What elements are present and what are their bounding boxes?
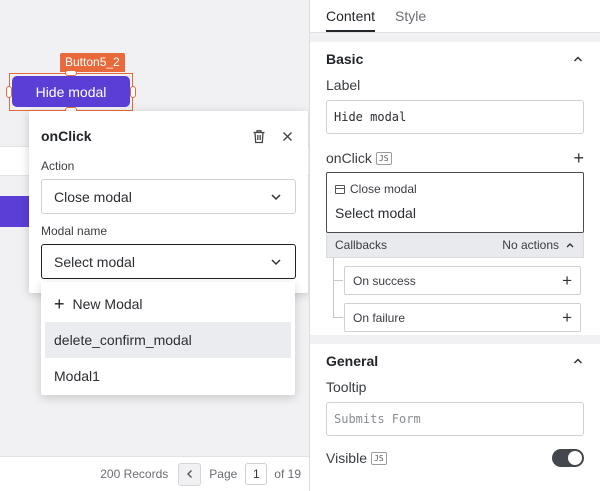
action-select-value: Close modal bbox=[54, 188, 132, 205]
chevron-up-icon bbox=[573, 358, 583, 364]
modal-name-dropdown: + New Modal delete_confirm_modal Modal1 bbox=[41, 282, 295, 395]
tree-branch bbox=[333, 317, 343, 318]
modal-name-select-value: Select modal bbox=[54, 253, 135, 270]
plus-icon: + bbox=[54, 294, 65, 314]
chevron-down-icon bbox=[271, 258, 281, 265]
visible-toggle[interactable] bbox=[552, 449, 584, 467]
hide-modal-button[interactable]: Hide modal bbox=[12, 76, 130, 107]
tree-line bbox=[333, 258, 334, 318]
plus-icon[interactable]: + bbox=[562, 271, 572, 291]
on-failure-callback[interactable]: On failure + bbox=[344, 303, 581, 332]
chevron-up-icon bbox=[573, 56, 583, 62]
callbacks-header[interactable]: Callbacks No actions bbox=[326, 233, 584, 258]
tooltip-input[interactable]: Submits Form bbox=[326, 402, 584, 436]
js-toggle-icon[interactable]: JS bbox=[371, 451, 387, 465]
tree-branch bbox=[333, 280, 343, 281]
chevron-left-icon bbox=[186, 470, 192, 478]
on-success-label: On success bbox=[353, 273, 416, 288]
action-card-name: Close modal bbox=[335, 182, 575, 196]
onclick-action-popover: onClick Action Close modal Modal name Se… bbox=[29, 111, 308, 293]
modal-icon bbox=[335, 184, 345, 194]
section-divider bbox=[310, 335, 600, 344]
label-property-label: Label bbox=[326, 77, 361, 93]
table-pagination-bar: 200 Records Page 1 of 19 bbox=[0, 456, 309, 491]
modal-option-modal1[interactable]: Modal1 bbox=[45, 358, 291, 394]
modal-option-delete-confirm[interactable]: delete_confirm_modal bbox=[45, 322, 291, 358]
js-toggle-icon[interactable]: JS bbox=[375, 151, 392, 165]
chevron-up-icon bbox=[566, 243, 574, 248]
general-section-header[interactable]: General bbox=[326, 344, 584, 378]
modal-name-select[interactable]: Select modal bbox=[41, 244, 296, 279]
visible-row: Visible JS bbox=[326, 449, 584, 467]
close-icon[interactable] bbox=[278, 127, 296, 145]
tooltip-label: Tooltip bbox=[326, 379, 367, 395]
tab-style[interactable]: Style bbox=[395, 8, 426, 32]
action-card-value: Select modal bbox=[335, 205, 416, 221]
basic-section-header[interactable]: Basic bbox=[326, 42, 584, 76]
page-total: of 19 bbox=[274, 467, 301, 481]
general-section-title: General bbox=[326, 353, 379, 369]
resize-handle-top[interactable] bbox=[65, 70, 77, 76]
chevron-down-icon bbox=[271, 193, 281, 200]
section-divider bbox=[310, 33, 600, 42]
modal-name-label: Modal name bbox=[41, 224, 108, 238]
label-input[interactable]: Hide modal bbox=[326, 100, 584, 134]
action-label: Action bbox=[41, 159, 75, 173]
records-count: 200 Records bbox=[100, 467, 169, 481]
tab-content[interactable]: Content bbox=[326, 8, 376, 32]
general-section: General Tooltip Submits Form Visible JS bbox=[310, 344, 600, 467]
onclick-action-card[interactable]: Close modal Select modal bbox=[326, 172, 584, 233]
callbacks-tree: On success + On failure + bbox=[333, 258, 584, 333]
onclick-row: onClick JS + bbox=[326, 149, 584, 167]
table-button-fragment[interactable] bbox=[0, 196, 30, 227]
property-tabs: Content Style bbox=[310, 0, 600, 33]
page-number-input[interactable]: 1 bbox=[245, 463, 268, 485]
action-select[interactable]: Close modal bbox=[41, 179, 296, 214]
on-success-callback[interactable]: On success + bbox=[344, 266, 581, 295]
on-failure-label: On failure bbox=[353, 310, 406, 325]
onclick-label: onClick bbox=[326, 150, 372, 166]
popover-header: onClick bbox=[41, 123, 296, 149]
callbacks-status: No actions bbox=[502, 238, 559, 252]
page-label: Page bbox=[209, 467, 238, 481]
basic-section: Basic Label Hide modal onClick JS + Clos… bbox=[310, 42, 600, 333]
popover-title: onClick bbox=[41, 128, 92, 144]
trash-icon[interactable] bbox=[250, 127, 268, 145]
new-modal-label: New Modal bbox=[72, 296, 143, 312]
new-modal-option[interactable]: + New Modal bbox=[45, 286, 291, 322]
add-action-button[interactable]: + bbox=[573, 149, 584, 167]
resize-handle-right[interactable] bbox=[130, 86, 136, 98]
action-card-name-text: Close modal bbox=[350, 182, 417, 196]
resize-handle-left[interactable] bbox=[6, 86, 12, 98]
plus-icon[interactable]: + bbox=[562, 308, 572, 328]
previous-page-button[interactable] bbox=[178, 462, 202, 486]
visible-label: Visible bbox=[326, 450, 367, 466]
basic-section-title: Basic bbox=[326, 51, 364, 67]
callbacks-label: Callbacks bbox=[335, 238, 388, 252]
property-pane: Content Style Basic Label Hide modal onC… bbox=[309, 0, 600, 491]
